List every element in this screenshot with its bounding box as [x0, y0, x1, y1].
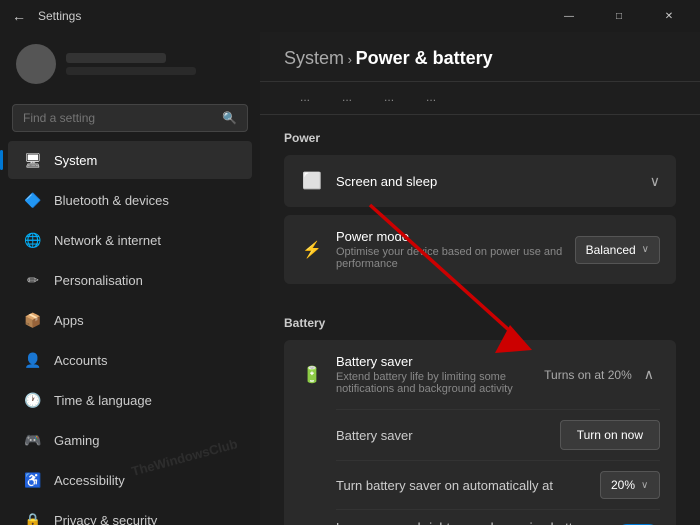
sidebar-item-system[interactable]: 🖥 System [8, 141, 252, 179]
network-icon: 🌐 [24, 231, 42, 249]
sidebar-item-label: Gaming [54, 433, 100, 448]
sidebar-item-label: Accounts [54, 353, 107, 368]
power-mode-value: Balanced [586, 243, 636, 257]
sidebar-item-label: Bluetooth & devices [54, 193, 169, 208]
bluetooth-icon: 🔷 [24, 191, 42, 209]
titlebar: ← Settings — □ ✕ [0, 0, 700, 32]
sidebar-item-label: Time & language [54, 393, 152, 408]
sidebar-profile [0, 32, 260, 96]
power-mode-row: ⚡ Power mode Optimise your device based … [284, 215, 676, 284]
battery-saver-row-label: Battery saver [336, 428, 560, 443]
battery-saver-body: Battery saver Turn on now Turn battery s… [284, 409, 676, 525]
lower-brightness-label: Lower screen brightness when using batte… [336, 520, 616, 525]
content-header: System › Power & battery [260, 32, 700, 82]
back-button[interactable]: ← [8, 4, 30, 28]
screen-sleep-title: Screen and sleep [336, 174, 638, 189]
minimize-button[interactable]: — [546, 0, 592, 32]
search-box[interactable]: 🔍 [12, 104, 248, 132]
maximize-button[interactable]: □ [596, 0, 642, 32]
battery-saver-subtitle: Extend battery life by limiting some not… [336, 371, 532, 395]
sidebar-item-label: System [54, 153, 97, 168]
apps-icon: 📦 [24, 311, 42, 329]
auto-turn-on-value: 20% [611, 478, 635, 492]
battery-section-title: Battery [284, 316, 676, 330]
battery-saver-icon: 🔋 [300, 363, 324, 387]
profile-info [66, 53, 196, 75]
sidebar-item-accessibility[interactable]: ♿ Accessibility [8, 461, 252, 499]
screen-sleep-card: ⬜ Screen and sleep ∨ [284, 155, 676, 207]
power-mode-dropdown[interactable]: Balanced ∨ [575, 236, 660, 264]
sidebar-item-personalisation[interactable]: ✏ Personalisation [8, 261, 252, 299]
screen-sleep-row[interactable]: ⬜ Screen and sleep ∨ [284, 155, 676, 207]
power-mode-icon: ⚡ [300, 238, 324, 262]
personalisation-icon: ✏ [24, 271, 42, 289]
accessibility-icon: ♿ [24, 471, 42, 489]
auto-turn-on-label: Turn battery saver on automatically at [336, 478, 600, 493]
battery-saver-expand-btn[interactable]: ∧ [638, 364, 660, 385]
turns-on-label: Turns on at 20% [544, 368, 632, 382]
avatar [16, 44, 56, 84]
chevron-down-icon: ∨ [642, 244, 649, 255]
tab-4[interactable]: ... [410, 82, 452, 114]
profile-name [66, 53, 166, 63]
sidebar-item-label: Accessibility [54, 473, 125, 488]
close-button[interactable]: ✕ [646, 0, 692, 32]
privacy-icon: 🔒 [24, 511, 42, 525]
chevron-down-icon: ∨ [641, 480, 648, 491]
titlebar-title: Settings [38, 9, 81, 23]
content-area: System › Power & battery ... ... ... ...… [260, 32, 700, 525]
sidebar-item-accounts[interactable]: 👤 Accounts [8, 341, 252, 379]
main-layout: 🔍 🖥 System 🔷 Bluetooth & devices 🌐 Netwo… [0, 32, 700, 525]
battery-saver-card: 🔋 Battery saver Extend battery life by l… [284, 340, 676, 525]
sidebar-item-label: Privacy & security [54, 513, 157, 525]
breadcrumb-parent: System [284, 48, 344, 68]
screen-sleep-icon: ⬜ [300, 169, 324, 193]
breadcrumb: System › Power & battery [284, 48, 676, 69]
sidebar-item-label: Network & internet [54, 233, 161, 248]
turn-on-now-button[interactable]: Turn on now [560, 420, 660, 450]
battery-saver-header[interactable]: 🔋 Battery saver Extend battery life by l… [284, 340, 676, 409]
battery-saver-toggle-row: Battery saver Turn on now [336, 409, 660, 460]
power-mode-card: ⚡ Power mode Optimise your device based … [284, 215, 676, 284]
sidebar-item-network[interactable]: 🌐 Network & internet [8, 221, 252, 259]
power-section: Power ⬜ Screen and sleep ∨ ⚡ [260, 115, 700, 300]
auto-turn-on-dropdown[interactable]: 20% ∨ [600, 471, 660, 499]
power-mode-title: Power mode [336, 229, 563, 244]
sidebar-item-label: Personalisation [54, 273, 143, 288]
time-icon: 🕐 [24, 391, 42, 409]
sidebar: 🔍 🖥 System 🔷 Bluetooth & devices 🌐 Netwo… [0, 32, 260, 525]
tab-2[interactable]: ... [326, 82, 368, 114]
sidebar-item-gaming[interactable]: 🎮 Gaming [8, 421, 252, 459]
sidebar-item-privacy[interactable]: 🔒 Privacy & security [8, 501, 252, 525]
accounts-icon: 👤 [24, 351, 42, 369]
search-input[interactable] [23, 111, 214, 125]
sidebar-item-apps[interactable]: 📦 Apps [8, 301, 252, 339]
sidebar-item-time[interactable]: 🕐 Time & language [8, 381, 252, 419]
auto-turn-on-row: Turn battery saver on automatically at 2… [336, 460, 660, 509]
tabs-row: ... ... ... ... [260, 82, 700, 115]
system-icon: 🖥 [24, 151, 42, 169]
gaming-icon: 🎮 [24, 431, 42, 449]
power-mode-subtitle: Optimise your device based on power use … [336, 246, 563, 270]
battery-section: Battery 🔋 Battery saver Extend battery l… [260, 300, 700, 525]
breadcrumb-sep: › [348, 52, 356, 67]
tab-3[interactable]: ... [368, 82, 410, 114]
chevron-down-icon: ∨ [650, 173, 660, 190]
search-icon: 🔍 [222, 111, 237, 125]
sidebar-item-bluetooth[interactable]: 🔷 Bluetooth & devices [8, 181, 252, 219]
profile-email [66, 67, 196, 75]
battery-saver-title: Battery saver [336, 354, 532, 369]
tab-1[interactable]: ... [284, 82, 326, 114]
sidebar-item-label: Apps [54, 313, 84, 328]
breadcrumb-current: Power & battery [356, 48, 493, 68]
power-section-title: Power [284, 131, 676, 145]
lower-brightness-row: Lower screen brightness when using batte… [336, 509, 660, 525]
